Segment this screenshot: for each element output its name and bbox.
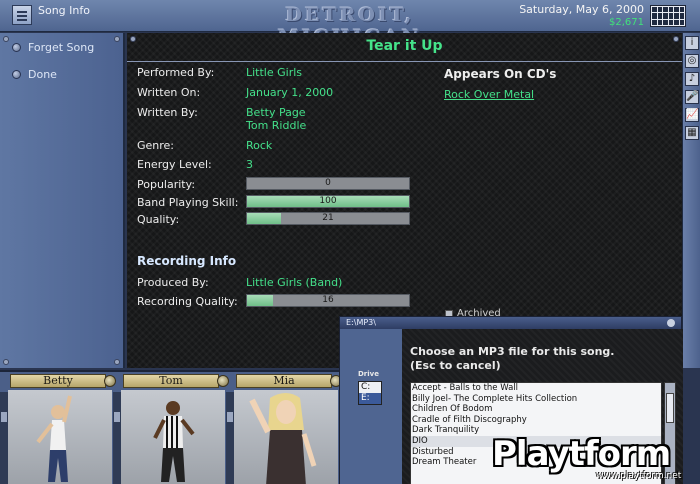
band-member-mia[interactable]: Mia bbox=[226, 372, 342, 484]
watermark-logo: Playtform bbox=[492, 434, 671, 474]
member-portrait bbox=[234, 390, 338, 484]
band-playing-skill-bar: 100 bbox=[246, 195, 410, 208]
band-member-tom[interactable]: Tom bbox=[113, 372, 229, 484]
performed-by-value: Little Girls bbox=[246, 66, 303, 79]
money-balance: $2,671 bbox=[609, 17, 644, 28]
quality-label: Quality: bbox=[137, 213, 180, 226]
drive-label: Drive bbox=[358, 370, 379, 378]
band-member-betty[interactable]: Betty bbox=[0, 372, 116, 484]
forget-song-label: Forget Song bbox=[28, 41, 95, 54]
cd-link[interactable]: Rock Over Metal bbox=[444, 88, 534, 101]
scrollbar-thumb[interactable] bbox=[666, 393, 674, 423]
written-by-value-1: Betty Page bbox=[246, 106, 306, 119]
divider bbox=[127, 61, 682, 62]
member-name-plate: Betty bbox=[10, 374, 106, 388]
chart-icon[interactable]: 📈 bbox=[685, 108, 699, 122]
popularity-label: Popularity: bbox=[137, 178, 196, 191]
info-icon[interactable]: i bbox=[685, 36, 699, 50]
written-by-label: Written By: bbox=[137, 106, 198, 119]
file-list-item[interactable]: Accept - Balls to the Wall bbox=[411, 383, 661, 394]
recording-quality-bar: 16 bbox=[246, 294, 410, 307]
bolt-icon bbox=[114, 359, 120, 365]
volume-slider[interactable] bbox=[226, 392, 234, 484]
band-playing-skill-value: 100 bbox=[319, 196, 337, 206]
recording-quality-value: 16 bbox=[322, 295, 334, 305]
drive-item[interactable]: C: bbox=[359, 382, 381, 393]
energy-level-value: 3 bbox=[246, 158, 253, 171]
close-icon[interactable] bbox=[667, 319, 675, 327]
forget-song-button[interactable]: Forget Song bbox=[12, 41, 94, 54]
file-list-item[interactable]: Billy Joel- The Complete Hits Collection bbox=[411, 394, 661, 405]
watermark-url: www.playtform.net bbox=[596, 471, 682, 481]
member-portrait bbox=[121, 390, 225, 484]
popularity-value: 0 bbox=[325, 178, 331, 188]
produced-by-label: Produced By: bbox=[137, 276, 209, 289]
dialog-sidebar bbox=[340, 329, 402, 484]
written-by-value-2: Tom Riddle bbox=[246, 119, 307, 132]
appears-on-cds-heading: Appears On CD's bbox=[444, 67, 557, 81]
band-playing-skill-label: Band Playing Skill: bbox=[137, 196, 239, 209]
file-list-item[interactable]: Children Of Bodom bbox=[411, 404, 661, 415]
written-on-value: January 1, 2000 bbox=[246, 86, 334, 99]
energy-level-label: Energy Level: bbox=[137, 158, 212, 171]
member-name-plate: Tom bbox=[123, 374, 219, 388]
dialog-message-line2: (Esc to cancel) bbox=[410, 359, 501, 372]
current-date: Saturday, May 6, 2000 bbox=[519, 3, 644, 16]
recording-info-heading: Recording Info bbox=[137, 254, 237, 268]
calendar-icon[interactable] bbox=[650, 5, 686, 27]
performed-by-label: Performed By: bbox=[137, 66, 215, 79]
dialog-message-line1: Choose an MP3 file for this song. bbox=[410, 345, 615, 358]
drive-list[interactable]: C: E: bbox=[358, 381, 382, 405]
member-portrait bbox=[8, 390, 112, 484]
window-title: Song Info bbox=[38, 4, 90, 17]
bolt-icon bbox=[3, 36, 9, 42]
quality-bar: 21 bbox=[246, 212, 410, 225]
microphone-icon[interactable]: 🎤 bbox=[685, 90, 699, 104]
button-dot-icon bbox=[12, 43, 21, 52]
band-members-strip: Betty Tom Mia bbox=[0, 370, 342, 484]
dialog-title: E:\MP3\ bbox=[340, 317, 681, 329]
song-info-icon bbox=[12, 5, 32, 25]
genre-label: Genre: bbox=[137, 139, 175, 152]
written-on-label: Written On: bbox=[137, 86, 201, 99]
member-name-plate: Mia bbox=[236, 374, 332, 388]
genre-value: Rock bbox=[246, 139, 273, 152]
file-list-item[interactable]: Cradle of Filth Discography bbox=[411, 415, 661, 426]
produced-by-value: Little Girls (Band) bbox=[246, 276, 343, 289]
song-title: Tear it Up bbox=[366, 38, 443, 54]
done-button[interactable]: Done bbox=[12, 68, 57, 81]
sidebar: Forget Song Done bbox=[0, 33, 125, 368]
map-icon[interactable]: ▦ bbox=[685, 126, 699, 140]
recording-quality-label: Recording Quality: bbox=[137, 295, 238, 308]
volume-slider[interactable] bbox=[113, 392, 121, 484]
done-label: Done bbox=[28, 68, 57, 81]
volume-slider[interactable] bbox=[0, 392, 8, 484]
drive-item-selected[interactable]: E: bbox=[359, 393, 381, 404]
button-dot-icon bbox=[12, 70, 21, 79]
bolt-icon bbox=[114, 36, 120, 42]
right-toolbar: i ◎ ♪ 🎤 📈 ▦ bbox=[682, 33, 700, 368]
popularity-bar: 0 bbox=[246, 177, 410, 190]
disc-icon[interactable]: ◎ bbox=[685, 54, 699, 68]
quality-value: 21 bbox=[322, 213, 334, 223]
music-note-icon[interactable]: ♪ bbox=[685, 72, 699, 86]
dialog-message: Choose an MP3 file for this song. (Esc t… bbox=[410, 345, 614, 373]
bolt-icon bbox=[3, 359, 9, 365]
title-bar: Song Info DETROIT, MICHIGAN Saturday, Ma… bbox=[0, 0, 700, 48]
